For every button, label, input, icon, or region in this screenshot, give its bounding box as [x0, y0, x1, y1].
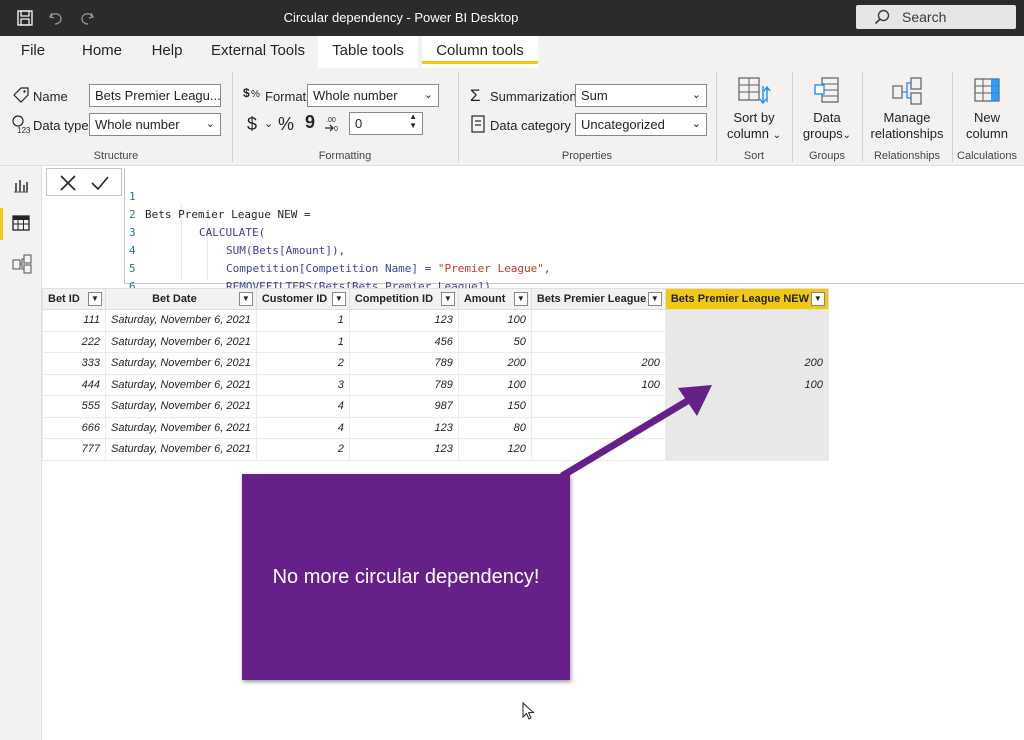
annotation-text: No more circular dependency!	[272, 566, 540, 588]
annotation-callout: No more circular dependency!	[242, 474, 570, 680]
mouse-cursor-icon	[522, 702, 535, 720]
